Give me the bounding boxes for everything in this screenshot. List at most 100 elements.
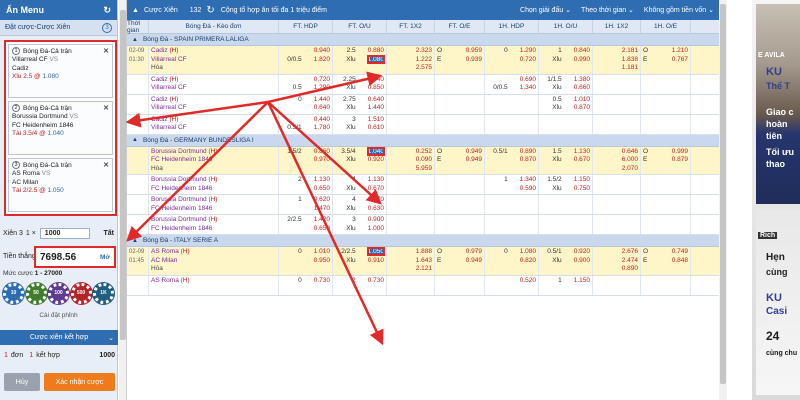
selected-odd[interactable]: 1.040 xyxy=(366,146,386,156)
home-team[interactable]: Borussia Dortmund (H) xyxy=(151,196,217,203)
selected-odd[interactable]: 1.080 xyxy=(366,54,386,64)
scroll-thumb[interactable] xyxy=(120,10,126,340)
left-scrollbar[interactable] xyxy=(119,0,127,400)
all-in-button[interactable]: Tất xyxy=(104,230,115,237)
odd-value[interactable]: 1.000 xyxy=(368,225,384,232)
time-filter-dropdown[interactable]: Theo thời gian ⌄ xyxy=(581,6,634,14)
league-header[interactable]: ▲ Bóng Đá - GERMANY BUNDESLIGA I xyxy=(127,134,719,147)
odd-value[interactable]: 0.848 xyxy=(672,257,688,264)
odd-value[interactable]: 0.640 xyxy=(368,96,384,103)
odd-value[interactable]: 0.730 xyxy=(314,277,330,284)
odd-value[interactable]: 0.910 xyxy=(368,257,384,264)
confirm-bet-button[interactable]: Xác nhận cược xyxy=(44,373,115,391)
league-filter-dropdown[interactable]: Chọn giải đấu ⌄ xyxy=(520,6,571,14)
odd-value[interactable]: 0.520 xyxy=(520,277,536,284)
odd-value[interactable]: 0.820 xyxy=(520,257,536,264)
chip-icon[interactable]: 1K xyxy=(93,283,114,304)
odd-value[interactable]: 1.010 xyxy=(314,248,330,255)
odd-value[interactable]: 1.290 xyxy=(520,47,536,54)
odd-value[interactable]: 0.949 xyxy=(466,156,482,163)
refresh-icon[interactable]: ↻ xyxy=(103,5,111,16)
odd-value[interactable]: 1.340 xyxy=(520,84,536,91)
bet-item[interactable]: 3 Bóng Đá-Cả trận ✕ AS Roma VS AC Milan T… xyxy=(8,158,113,212)
odd-value[interactable]: 0.440 xyxy=(314,116,330,123)
odd-value[interactable]: 0.750 xyxy=(574,185,590,192)
chip-icon[interactable]: 500 xyxy=(70,283,92,304)
odd-value[interactable]: 1.150 xyxy=(574,176,590,183)
away-team[interactable]: Villarreal CF xyxy=(151,56,187,63)
selected-odd[interactable]: 1.050 xyxy=(366,247,386,256)
league-header[interactable]: ▲ Bóng Đá - SPAIN PRIMERA LALIGA xyxy=(127,34,719,46)
home-team[interactable]: Borussia Dortmund (H) xyxy=(151,216,217,223)
odd-value[interactable]: 0.940 xyxy=(314,47,330,54)
stake-filter-dropdown[interactable]: Không gồm tiền vốn ⌄ xyxy=(644,6,714,14)
odd-value[interactable]: 0.870 xyxy=(520,156,536,163)
bet-item[interactable]: 1 Bóng Đá-Cả trận ✕ Villarreal CF VS Cadi… xyxy=(8,44,113,98)
odd-value[interactable]: 0.879 xyxy=(672,156,688,163)
odd-value[interactable]: 1.440 xyxy=(314,96,330,103)
odd-value[interactable]: 0.949 xyxy=(466,257,482,264)
home-team[interactable]: Cadiz (H) xyxy=(151,96,178,103)
away-team[interactable]: FC Heidenheim 1846 xyxy=(151,185,212,192)
away-team[interactable]: FC Heidenheim 1846 xyxy=(151,156,212,163)
league-header[interactable]: ▲ Bóng Đá - ITALY SERIE A xyxy=(127,235,719,247)
odd-value[interactable]: 0.890 xyxy=(520,148,536,155)
odd-value[interactable]: 1.210 xyxy=(672,47,688,54)
odd-value[interactable]: 1.420 xyxy=(314,216,330,223)
odd-value[interactable]: 0.959 xyxy=(466,47,482,54)
odd-value[interactable]: 0.720 xyxy=(520,56,536,63)
odd-value[interactable]: 0.880 xyxy=(368,47,384,54)
odd-value[interactable]: 1.510 xyxy=(368,116,384,123)
home-team[interactable]: Cadiz (H) xyxy=(151,116,178,123)
odd-value[interactable]: 0.749 xyxy=(672,248,688,255)
chip-icon[interactable]: 50 xyxy=(25,283,47,304)
odd-value[interactable]: 0.610 xyxy=(368,124,384,131)
odd-value[interactable]: 0.720 xyxy=(314,76,330,83)
hide-menu-button[interactable]: Ẩn Menu xyxy=(6,5,44,15)
home-team[interactable]: AS Roma (H) xyxy=(151,248,190,255)
chip-icon[interactable]: 100 xyxy=(48,283,69,304)
home-team[interactable]: AS Roma (H) xyxy=(151,277,190,284)
odd-value[interactable]: 0.979 xyxy=(466,248,482,255)
away-team[interactable]: FC Heidenheim 1846 xyxy=(151,205,212,212)
odd-value[interactable]: 1.820 xyxy=(314,56,330,63)
odd-value[interactable]: 1.150 xyxy=(574,277,590,284)
odd-value[interactable]: 0.730 xyxy=(368,277,384,284)
odd-value[interactable]: 0.767 xyxy=(672,56,688,63)
odd-value[interactable]: 1.010 xyxy=(574,96,590,103)
odd-value[interactable]: 1.130 xyxy=(368,176,384,183)
odd-value[interactable]: 1.340 xyxy=(520,176,536,183)
odd-value[interactable]: 0.650 xyxy=(314,185,330,192)
bet-item[interactable]: 2 Bóng Đá-Cả trận ✕ Borussia Dortmund VS … xyxy=(8,101,113,155)
chip-icon[interactable]: 10 xyxy=(3,283,24,304)
away-team[interactable]: Villarreal CF xyxy=(151,104,187,111)
odd-value[interactable]: 0.630 xyxy=(368,205,384,212)
odd-value[interactable]: 0.950 xyxy=(314,257,330,264)
refresh-icon[interactable]: ↻ xyxy=(206,5,214,16)
chip-settings-link[interactable]: Cài đặt phỉnh xyxy=(3,312,114,319)
scroll-thumb[interactable] xyxy=(720,4,726,384)
odd-value[interactable]: 0.640 xyxy=(314,104,330,111)
home-team[interactable]: Borussia Dortmund (H) xyxy=(151,148,217,155)
odd-value[interactable]: 0.840 xyxy=(574,47,590,54)
remove-bet-icon[interactable]: ✕ xyxy=(103,161,109,169)
odd-value[interactable]: 1.380 xyxy=(574,76,590,83)
odd-value[interactable]: 0.850 xyxy=(368,84,384,91)
odd-value[interactable]: 1.290 xyxy=(314,84,330,91)
home-team[interactable]: Cadiz (H) xyxy=(151,47,178,54)
remove-bet-icon[interactable]: ✕ xyxy=(103,47,109,55)
odd-value[interactable]: 0.590 xyxy=(520,185,536,192)
odd-value[interactable]: 0.870 xyxy=(574,104,590,111)
remove-bet-icon[interactable]: ✕ xyxy=(103,104,109,112)
odd-value[interactable]: 1.130 xyxy=(314,176,330,183)
odd-value[interactable]: 1.780 xyxy=(314,124,330,131)
home-team[interactable]: Borussia Dortmund (H) xyxy=(151,176,217,183)
away-team[interactable]: Villarreal CF xyxy=(151,124,187,131)
odd-value[interactable]: 0.990 xyxy=(574,56,590,63)
odd-value[interactable]: 0.939 xyxy=(466,56,482,63)
odd-value[interactable]: 0.900 xyxy=(574,257,590,264)
odd-value[interactable]: 0.860 xyxy=(314,148,330,155)
odd-value[interactable]: 0.920 xyxy=(574,248,590,255)
odd-value[interactable]: 0.920 xyxy=(368,156,384,163)
away-team[interactable]: Villarreal CF xyxy=(151,84,187,91)
